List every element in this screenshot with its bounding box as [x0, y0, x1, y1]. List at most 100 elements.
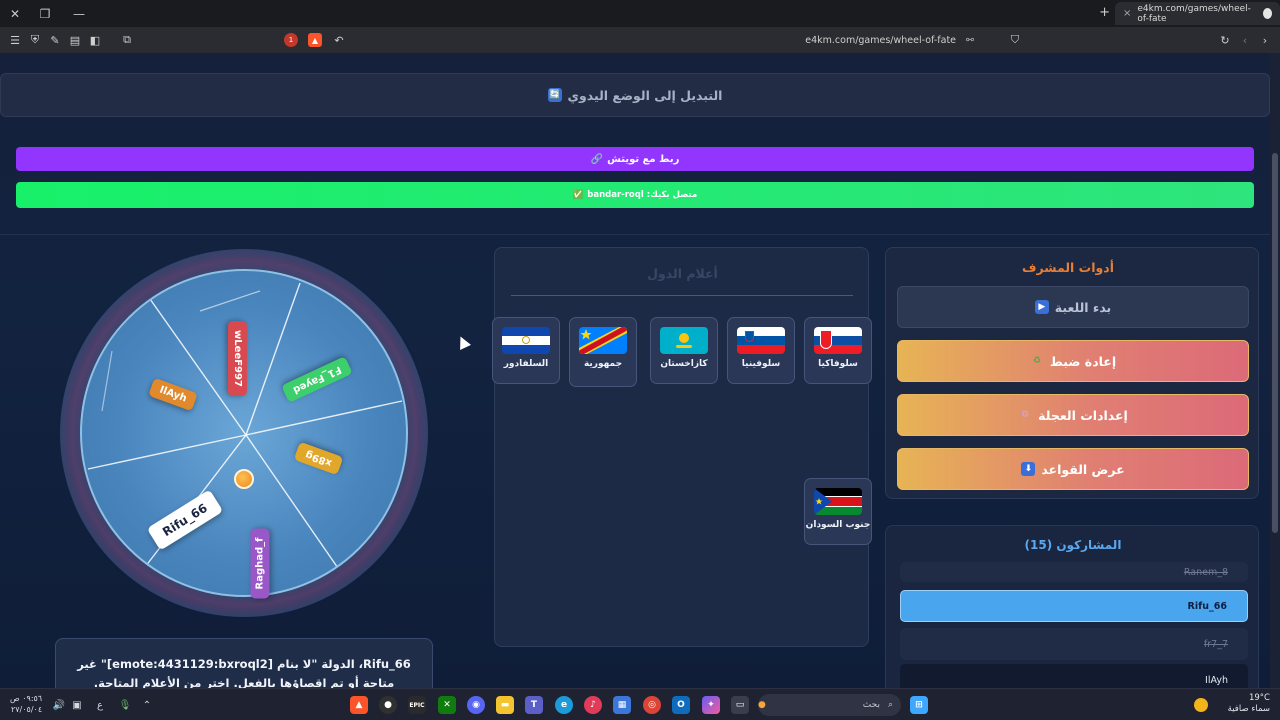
flag-card-kazakhstan[interactable]: كازاخستان	[650, 317, 718, 384]
weather-moon-icon	[1194, 698, 1208, 712]
browser-tab-bar: ✕ ❐ — + × e4km.com/games/wheel-of-fate	[0, 0, 1280, 27]
wallet-icon[interactable]: ✎	[45, 30, 65, 50]
store-app-icon[interactable]: ▦	[613, 696, 631, 714]
flag-label: سلوفاكيا	[818, 359, 858, 369]
close-window-icon[interactable]: ✕	[0, 0, 30, 27]
play-icon: ▶	[1034, 300, 1049, 314]
link-settings-icon[interactable]: ⚯	[966, 35, 974, 46]
show-rules-button[interactable]: عرض القواعد ⬇	[897, 448, 1249, 490]
edge-app-icon[interactable]: e	[555, 696, 573, 714]
wheel-settings-button[interactable]: إعدادات العجلة ⚙	[897, 394, 1249, 436]
participant-name: fr7_7	[1203, 638, 1228, 650]
discord-app-icon[interactable]: ◉	[467, 696, 485, 714]
tray-expand-icon[interactable]: ⌃	[140, 698, 154, 712]
browser-tab-active[interactable]: × e4km.com/games/wheel-of-fate	[1115, 2, 1280, 25]
epic-games-app-icon[interactable]: EPIC	[408, 696, 426, 714]
flag-label: جنوب السودان	[805, 520, 871, 530]
show-rules-label: عرض القواعد	[1041, 461, 1125, 477]
wheel-segment-lines	[87, 282, 403, 572]
network-icon[interactable]: ▣	[70, 698, 84, 712]
moderator-tools-title: أدوات المشرف	[1021, 260, 1114, 275]
weather-widget[interactable]: 19°C سماء صافية	[1228, 693, 1270, 715]
restore-window-icon[interactable]: ❐	[30, 0, 60, 27]
microphone-icon[interactable]: 🎙	[118, 698, 132, 712]
reader-icon[interactable]: ▤	[65, 30, 85, 50]
teams-app-icon[interactable]: T	[525, 696, 543, 714]
wheel-hub	[234, 469, 254, 489]
manual-mode-button[interactable]: التبديل إلى الوضع اليدوي 🔄	[0, 73, 1270, 117]
forward-icon[interactable]: ›	[1255, 30, 1275, 50]
participant-row[interactable]: IlAyh	[900, 664, 1248, 688]
bookmark-icon[interactable]: ⛉	[1005, 30, 1025, 50]
new-tab-button[interactable]: +	[1099, 5, 1110, 20]
music-app-icon[interactable]: ♪	[584, 696, 602, 714]
flag-label: سلوفينيا	[741, 359, 781, 369]
brave-shield-icon[interactable]: ▲	[308, 33, 322, 47]
brave-app-icon[interactable]: ▲	[350, 696, 368, 714]
obs-app-icon[interactable]: ●	[379, 696, 397, 714]
reload-icon[interactable]: ↻	[1215, 30, 1235, 50]
tab-close-icon[interactable]: ×	[1123, 8, 1131, 19]
participant-name: Rifu_66	[1187, 600, 1227, 612]
participant-row-selected[interactable]: Rifu_66	[900, 590, 1248, 622]
favicon-icon	[1262, 8, 1272, 19]
volume-icon[interactable]: 🔊	[52, 698, 66, 712]
participants-title: المشاركون (15)	[1024, 538, 1122, 552]
start-game-button[interactable]: بدء اللعبة ▶	[897, 286, 1249, 328]
page-scrollbar[interactable]	[1270, 53, 1280, 688]
minimize-window-icon[interactable]: —	[64, 0, 94, 27]
sidebar-icon[interactable]: ◧	[85, 30, 105, 50]
notification-badge-icon[interactable]: 1	[284, 33, 298, 47]
url-text: e4km.com/games/wheel-of-fate	[805, 34, 957, 46]
participant-name: Ranem_8	[1183, 566, 1228, 578]
download-icon: ⬇	[1021, 462, 1036, 476]
clock-date: ٢٧/٠٥/٠٤	[10, 705, 43, 714]
scrollbar-thumb[interactable]	[1272, 153, 1278, 533]
notice-text: Rifu_66، الدولة "لا بنام [emote:4431129:…	[77, 657, 411, 688]
kick-connected-banner: متصل بكيك: bandar-roql ✅	[16, 182, 1254, 208]
twitch-connect-button[interactable]: ربط مع تويتش 🔗	[16, 147, 1254, 171]
participant-name: IlAyh	[1205, 674, 1228, 686]
reset-button[interactable]: إعادة ضبط ♻	[897, 340, 1249, 382]
participant-row[interactable]: Ranem_8	[900, 562, 1248, 582]
vpn-shield-icon[interactable]: ⛨	[25, 30, 45, 50]
start-menu-icon[interactable]: ⊞	[910, 696, 928, 714]
share-icon[interactable]: ↶	[332, 33, 346, 47]
search-placeholder: بحث	[862, 700, 880, 710]
wheel-name-tag: wLeeF997	[227, 321, 247, 396]
dr-congo-flag-icon	[579, 327, 627, 354]
search-icon: ⌕	[887, 700, 893, 710]
game-notice: Rifu_66، الدولة "لا بنام [emote:4431129:…	[55, 638, 433, 688]
task-view-app-icon[interactable]: ▭	[731, 696, 749, 714]
browser-toolbar: ☰ ⛨ ✎ ▤ ◧ ⧉ 1 ▲ ↶ e4km.com/games/wheel-o…	[0, 27, 1280, 53]
flag-card-slovakia[interactable]: سلوفاكيا	[804, 317, 872, 384]
back-icon[interactable]: ‹	[1235, 30, 1255, 50]
slovakia-flag-icon	[814, 327, 862, 354]
screenshot-icon[interactable]: ⧉	[117, 30, 137, 50]
wheel-disc[interactable]	[80, 269, 408, 597]
country-flags-panel: أعلام الدول	[494, 247, 869, 647]
game-page: التبديل إلى الوضع اليدوي 🔄 ربط مع تويتش …	[0, 53, 1270, 688]
chrome-app-icon[interactable]: ◎	[643, 696, 661, 714]
flag-card-south-sudan[interactable]: جنوب السودان	[804, 478, 872, 545]
copilot-app-icon[interactable]: ✦	[702, 696, 720, 714]
gear-icon: ⚙	[1021, 410, 1030, 420]
country-flags-title: أعلام الدول	[647, 266, 718, 281]
menu-icon[interactable]: ☰	[5, 30, 25, 50]
flag-card-el-salvador[interactable]: السلفادور	[492, 317, 560, 384]
kazakhstan-flag-icon	[660, 327, 708, 354]
participant-row[interactable]: fr7_7	[900, 628, 1248, 660]
flag-card-dr-congo[interactable]: جمهورية	[569, 317, 637, 387]
connected-label: متصل بكيك: bandar-roql	[587, 190, 698, 200]
south-sudan-flag-icon	[814, 488, 862, 515]
flag-card-slovenia[interactable]: سلوفينيا	[727, 317, 795, 384]
xbox-app-icon[interactable]: ✕	[438, 696, 456, 714]
language-indicator[interactable]: ع	[93, 698, 107, 712]
system-clock[interactable]: ٠٩:٥٦ ص ٢٧/٠٥/٠٤	[10, 693, 42, 715]
taskbar-search-input[interactable]: ⌕ بحث ●	[758, 694, 901, 716]
title-underline	[511, 295, 853, 296]
outlook-app-icon[interactable]: O	[672, 696, 690, 714]
wheel-of-fate[interactable]: wLeeF997 F1_Fayed IlAyh x89g Rifu_66 Rag…	[60, 249, 428, 617]
address-bar[interactable]: e4km.com/games/wheel-of-fate ⚯	[350, 31, 1010, 49]
file-explorer-app-icon[interactable]: ▬	[496, 696, 514, 714]
